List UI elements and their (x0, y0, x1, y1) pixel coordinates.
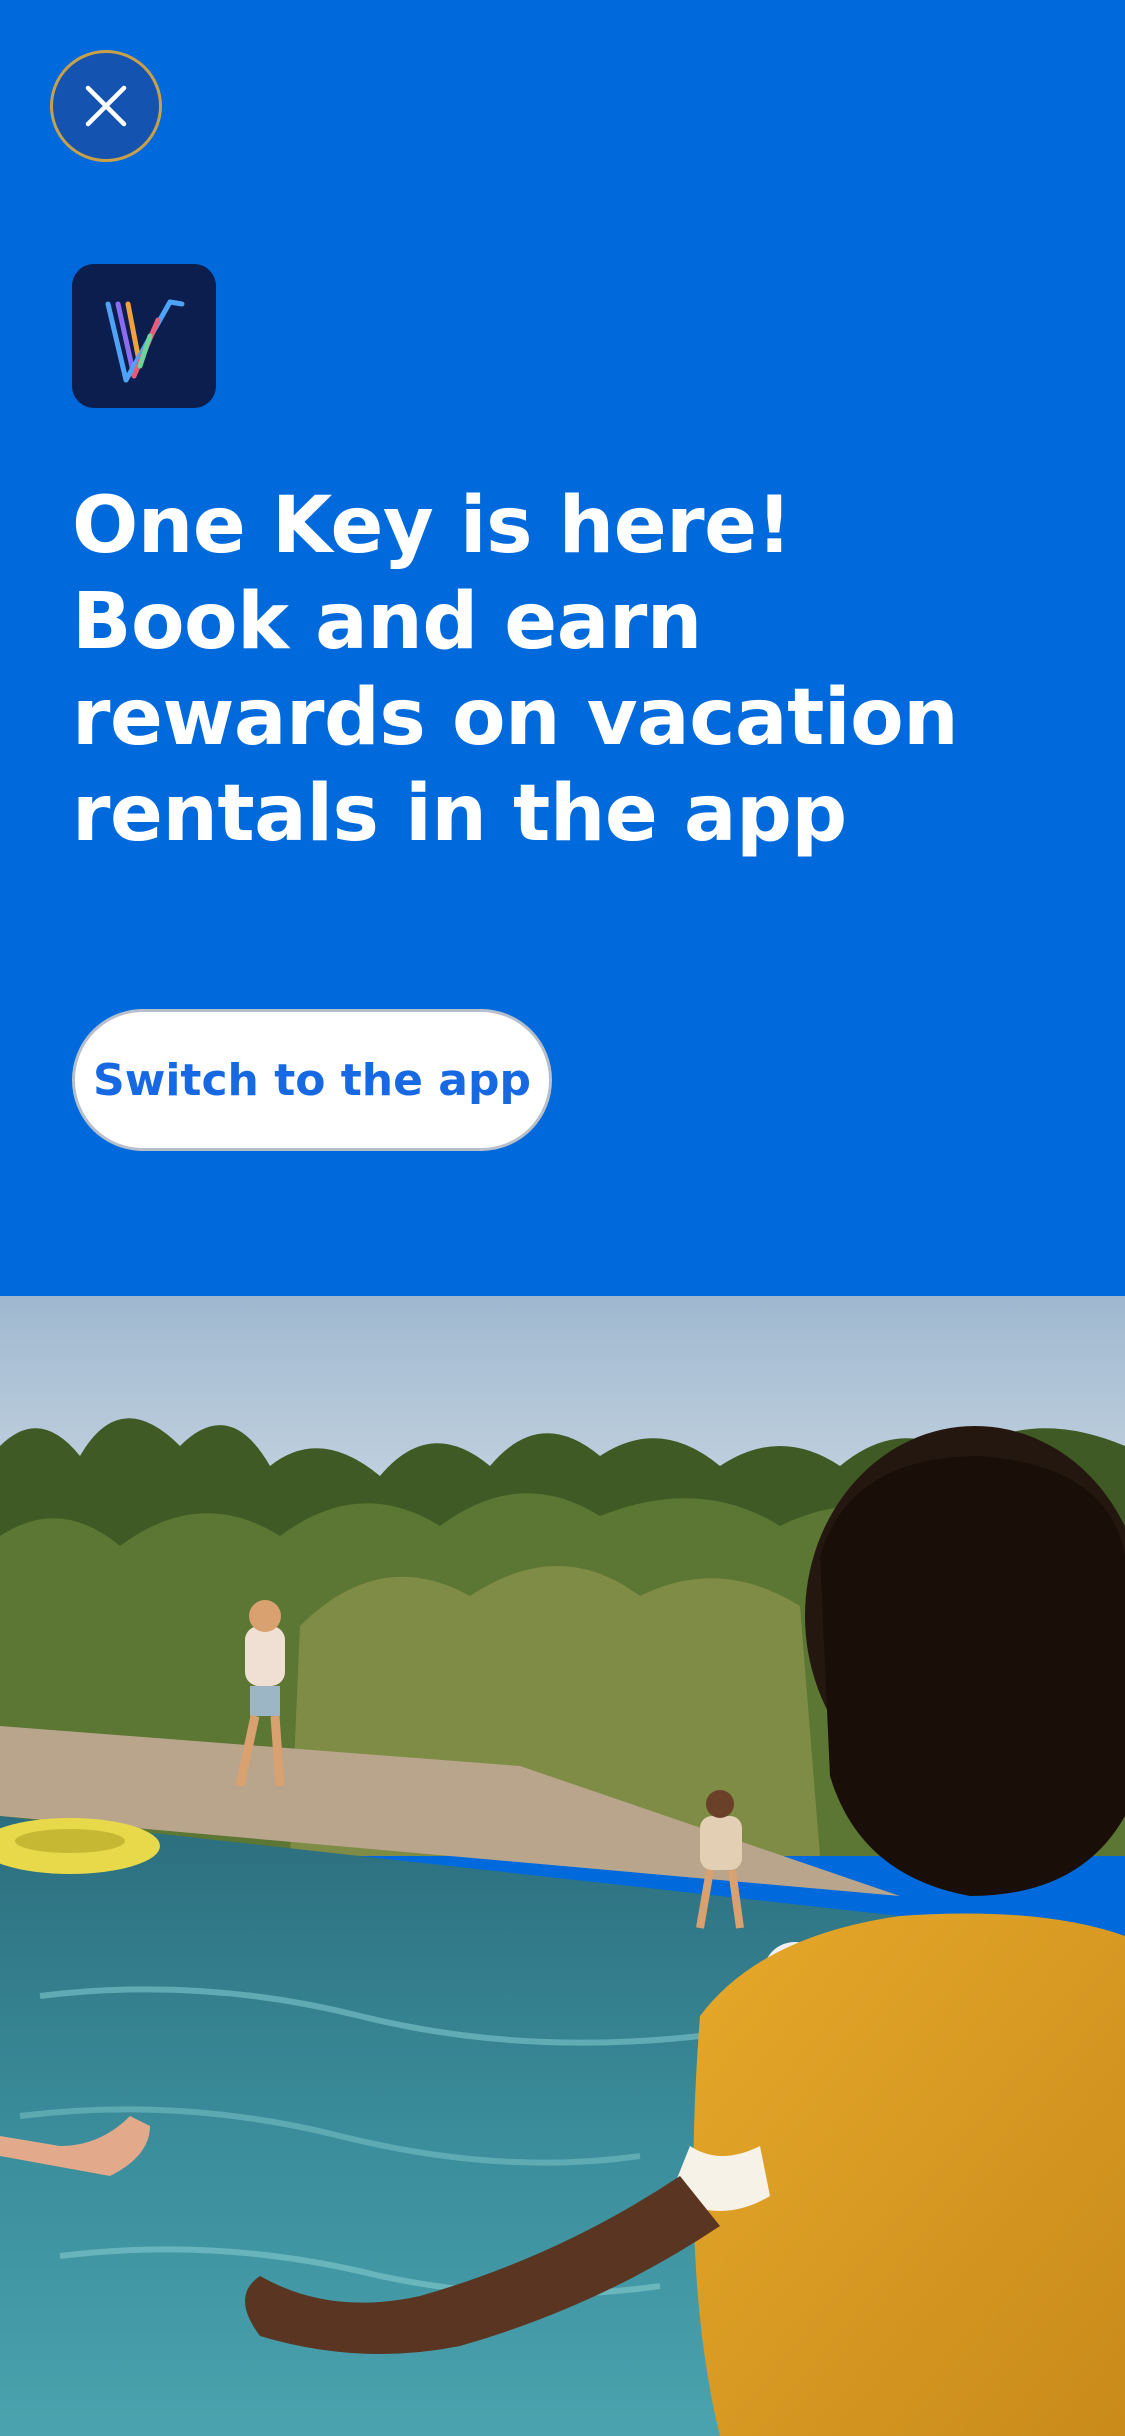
promo-headline: One Key is here! Book and earn rewards o… (72, 481, 959, 859)
close-icon (85, 85, 127, 127)
close-button[interactable] (50, 50, 162, 162)
poolside-photo (0, 1296, 1125, 2436)
promo-panel: One Key is here! Book and earn rewards o… (0, 0, 1125, 1296)
switch-to-app-button[interactable]: Switch to the app (72, 1009, 552, 1151)
app-banner-screen: One Key is here! Book and earn rewards o… (0, 0, 1125, 2436)
vrbo-app-icon (72, 264, 216, 408)
